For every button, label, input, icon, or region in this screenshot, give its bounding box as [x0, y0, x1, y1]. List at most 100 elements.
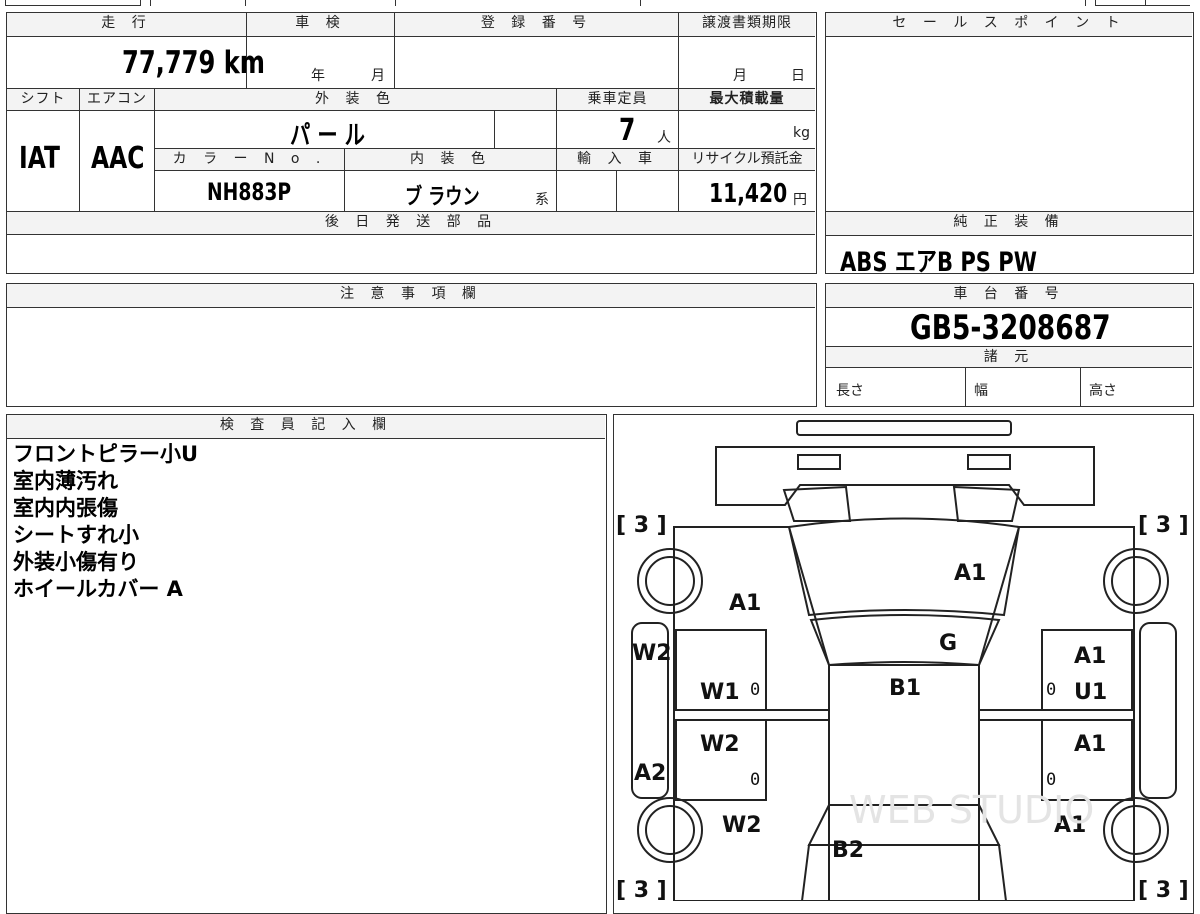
capacity-value: 7: [619, 113, 636, 148]
interior-color-label: 内 装 色: [345, 149, 557, 171]
recycle-value: 11,420: [709, 179, 788, 209]
shift-value: IAT: [19, 141, 60, 176]
interior-color-cell: ブ ラウン 系: [345, 171, 557, 211]
recycle-label: リサイクル預託金: [679, 149, 815, 171]
shaken-label: 車 検: [247, 13, 395, 37]
car-diagram: [ 3 ] [ 3 ] [ 3 ] [ 3 ] A1 A1 G B1 A1 U1…: [616, 420, 1189, 901]
mark-front-left-door: W1: [700, 680, 740, 705]
front-right-wheel-shape: [1103, 548, 1169, 614]
front-left-wheel-shape: [637, 548, 703, 614]
mark-zero: 0: [1046, 680, 1056, 700]
top-strip: [0, 0, 1200, 8]
right-pillar-shape: [1139, 622, 1177, 799]
exterior-color-label: 外 装 色: [155, 89, 557, 111]
front-vent-right-shape: [952, 485, 1021, 522]
shift-label: シフト: [7, 89, 80, 111]
inspector-notes: フロントピラー小U 室内薄汚れ 室内内張傷 シートすれ小 外装小傷有り ホイール…: [13, 441, 198, 603]
mark-left-pillar: W2: [632, 641, 672, 666]
mark-windshield: G: [939, 631, 957, 656]
recycle-cell: 11,420 円: [679, 171, 815, 211]
mileage-value: 77,779 km: [122, 45, 266, 81]
color-no-value: NH883P: [207, 178, 292, 206]
caution-box: 注 意 事 項 欄: [6, 283, 817, 407]
car-diagram-box: [ 3 ] [ 3 ] [ 3 ] [ 3 ] A1 A1 G B1 A1 U1…: [613, 414, 1194, 914]
color-no-label: カ ラ ー N o .: [155, 149, 345, 171]
recycle-unit: 円: [793, 192, 807, 208]
chassis-box: 車 台 番 号 GB5-3208687 諸 元 長さ 幅 高さ: [825, 283, 1194, 407]
import-cell-a: [557, 171, 617, 211]
front-bumper-shape: [796, 420, 1012, 436]
mark-front-right-door-2: U1: [1074, 680, 1107, 705]
shaken-cell: 年 月: [247, 37, 395, 89]
inspector-note: シートすれ小: [13, 523, 139, 547]
shaken-month: 月: [371, 68, 385, 84]
aircon-cell: AAC: [80, 111, 155, 211]
shaken-year: 年: [311, 68, 325, 84]
height-cell: 高さ: [1081, 368, 1192, 406]
mark-rear-right-door: A1: [1074, 732, 1106, 757]
registration-cell: [395, 37, 679, 89]
right-body-shape: [978, 526, 1135, 901]
transfer-month: 月: [733, 68, 747, 84]
later-shipping-label: 後 日 発 送 部 品: [7, 211, 815, 235]
rear-left-wheel-shape: [637, 797, 703, 863]
mark-rear-left-door: W2: [700, 732, 740, 757]
mark-front-right-door: A1: [1074, 644, 1106, 669]
shift-cell: IAT: [7, 111, 80, 211]
aircon-value: AAC: [91, 141, 145, 176]
exterior-color-extra: [495, 111, 557, 149]
capacity-cell: 7 人: [557, 111, 679, 149]
transfer-deadline-label: 譲渡書類期限: [679, 13, 815, 37]
front-grille-shape: [715, 446, 1095, 506]
width-cell: 幅: [966, 368, 1081, 406]
registration-label: 登 録 番 号: [395, 13, 679, 37]
inspector-box: 検 査 員 記 入 欄 フロントピラー小U 室内薄汚れ 室内内張傷 シートすれ小…: [6, 414, 607, 914]
inspector-note: 外装小傷有り: [13, 550, 139, 574]
caution-label: 注 意 事 項 欄: [7, 284, 815, 308]
length-label: 長さ: [836, 383, 864, 399]
tire-mark-rl: [ 3 ]: [616, 878, 667, 901]
length-cell: 長さ: [826, 368, 966, 406]
transfer-day: 日: [791, 68, 805, 84]
watermark: WEB STUDIO: [849, 788, 1094, 832]
chassis-label: 車 台 番 号: [826, 284, 1192, 308]
mark-left-pillar-2: A2: [634, 761, 666, 786]
genuine-equipment-value: ABS エアB PS PW: [840, 247, 1037, 278]
width-label: 幅: [974, 383, 988, 399]
mark-zero: 0: [750, 770, 760, 790]
mark-hood: A1: [954, 561, 986, 586]
inspector-note: フロントピラー小U: [13, 442, 199, 466]
interior-color-value: ブ ラウン: [405, 185, 480, 210]
import-label: 輸 入 車: [557, 149, 679, 171]
sales-point-box: セ ー ル ス ポ イ ン ト: [825, 12, 1194, 212]
exterior-color-value: パ ー ル: [290, 121, 365, 151]
inspector-note: 室内薄汚れ: [13, 469, 118, 493]
tire-mark-fl: [ 3 ]: [616, 513, 667, 538]
transfer-cell: 月 日: [679, 37, 815, 89]
tire-mark-fr: [ 3 ]: [1138, 513, 1189, 538]
max-load-label: 最大積載量: [679, 89, 815, 111]
inspector-note: ホイールカバー A: [13, 577, 183, 601]
mark-roof: B1: [889, 676, 921, 701]
windshield-shape: [809, 614, 1001, 667]
mileage-label: 走 行: [7, 13, 247, 37]
sales-point-label: セ ー ル ス ポ イ ン ト: [826, 13, 1192, 37]
mark-zero: 0: [750, 680, 760, 700]
interior-color-suffix: 系: [535, 192, 549, 208]
color-no-cell: NH883P: [155, 171, 345, 211]
tire-mark-rr: [ 3 ]: [1138, 878, 1189, 901]
inspector-note: 室内内張傷: [13, 496, 118, 520]
max-load-cell: kg: [679, 111, 815, 149]
capacity-unit: 人: [657, 130, 671, 146]
height-label: 高さ: [1089, 383, 1117, 399]
max-load-unit: kg: [793, 125, 810, 141]
vehicle-info-table: 走 行 車 検 登 録 番 号 譲渡書類期限 77,779 km 年 月 月 日…: [6, 12, 817, 274]
import-cell-b: [617, 171, 679, 211]
mileage-cell: 77,779 km: [7, 37, 265, 89]
mark-zero: 0: [1046, 770, 1056, 790]
specs-label: 諸 元: [826, 346, 1192, 368]
headlight-right-shape: [967, 454, 1011, 470]
mark-trunk: B2: [832, 838, 864, 863]
inspector-label: 検 査 員 記 入 欄: [7, 415, 605, 439]
capacity-label: 乗車定員: [557, 89, 679, 111]
